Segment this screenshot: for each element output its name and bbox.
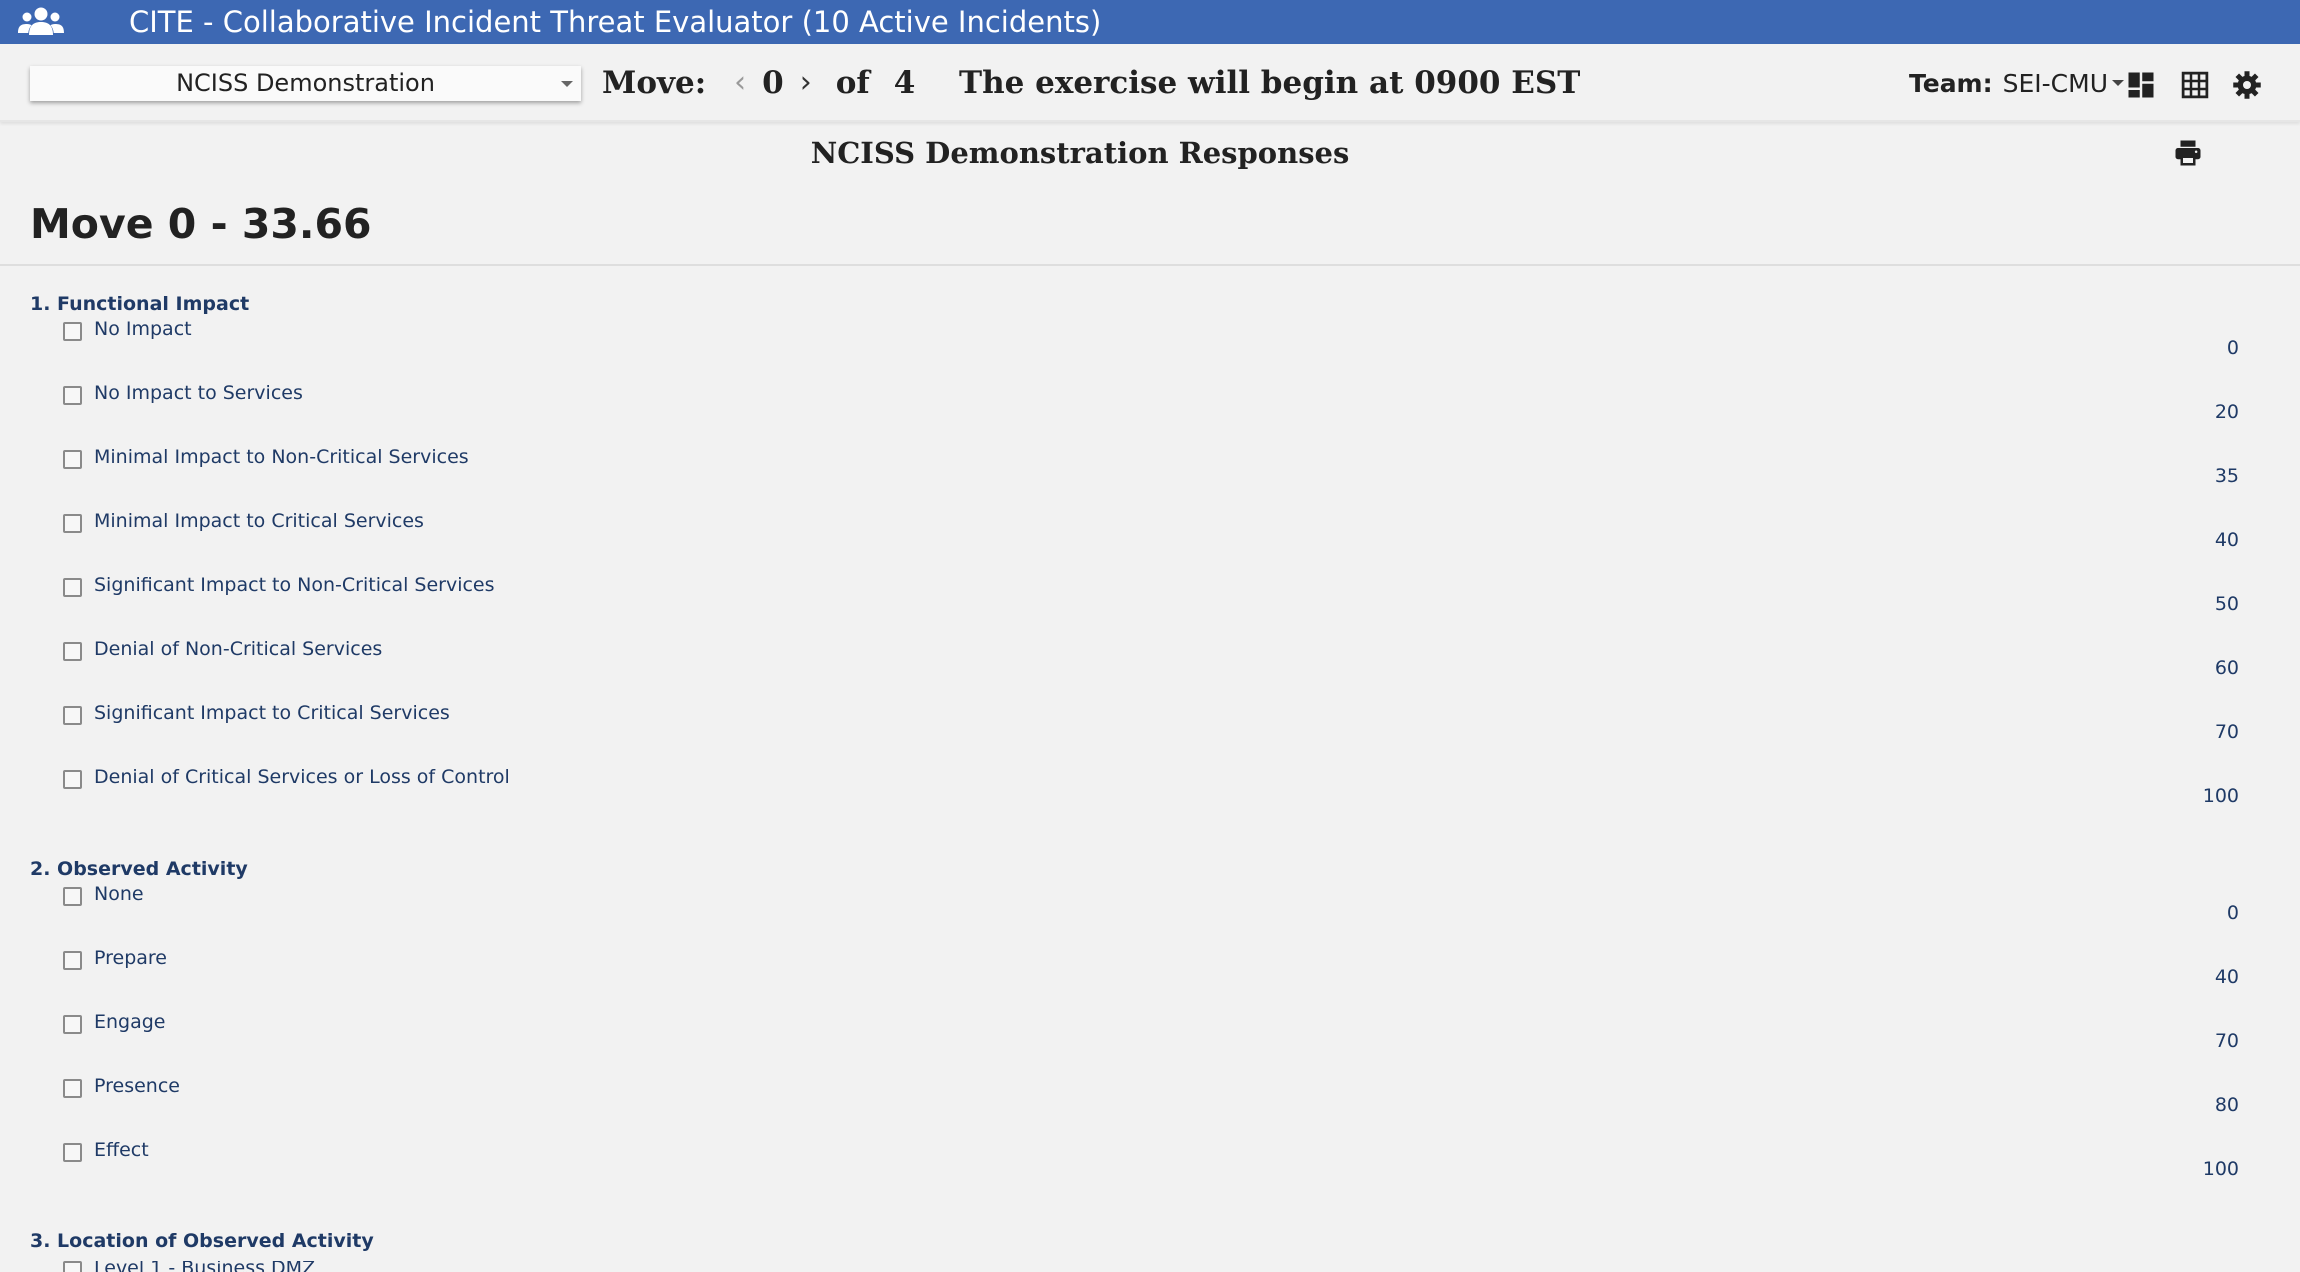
dashboard-icon[interactable] — [2126, 70, 2156, 100]
evaluation-select-value: NCISS Demonstration — [176, 69, 435, 97]
option-score: 40 — [2214, 966, 2239, 988]
option-row: No Impact to Services 20 — [0, 382, 2300, 446]
app-title: CITE - Collaborative Incident Threat Eva… — [129, 5, 1102, 39]
option-checkbox[interactable] — [63, 514, 82, 533]
total-moves: 4 — [893, 65, 916, 101]
option-label[interactable]: Effect — [94, 1139, 149, 1161]
option-score: 100 — [2202, 1158, 2239, 1180]
section-title: 2. Observed Activity — [30, 858, 248, 880]
option-score: 20 — [2214, 401, 2239, 423]
option-row: Minimal Impact to Critical Services 40 — [0, 510, 2300, 574]
option-checkbox[interactable] — [63, 1079, 82, 1098]
option-row: Presence 80 — [0, 1075, 2300, 1139]
current-move: 0 — [762, 65, 784, 101]
option-checkbox[interactable] — [63, 951, 82, 970]
option-label[interactable]: Prepare — [94, 947, 167, 969]
option-score: 100 — [2202, 785, 2239, 807]
option-score: 80 — [2214, 1094, 2239, 1116]
chevron-right-icon[interactable]: › — [800, 68, 812, 98]
option-score: 0 — [2226, 337, 2239, 359]
section-title: 3. Location of Observed Activity — [30, 1230, 374, 1252]
title-bar: CITE - Collaborative Incident Threat Eva… — [0, 0, 2300, 44]
option-label[interactable]: Denial of Critical Services or Loss of C… — [94, 766, 510, 788]
option-score: 70 — [2214, 721, 2239, 743]
option-label[interactable]: Presence — [94, 1075, 180, 1097]
users-icon[interactable] — [18, 6, 64, 38]
option-checkbox[interactable] — [63, 578, 82, 597]
option-checkbox[interactable] — [63, 1143, 82, 1162]
option-row: Significant Impact to Non-Critical Servi… — [0, 574, 2300, 638]
divider — [0, 264, 2300, 266]
option-row: Engage 70 — [0, 1011, 2300, 1075]
option-label[interactable]: No Impact to Services — [94, 382, 303, 404]
option-row: None 0 — [0, 883, 2300, 947]
option-checkbox[interactable] — [63, 706, 82, 725]
option-row: Denial of Critical Services or Loss of C… — [0, 766, 2300, 830]
option-row: Significant Impact to Critical Services … — [0, 702, 2300, 766]
print-icon[interactable] — [2173, 138, 2203, 168]
option-label[interactable]: Engage — [94, 1011, 166, 1033]
option-label[interactable]: Level 1 - Business DMZ — [94, 1261, 315, 1272]
option-row: Level 1 - Business DMZ — [0, 1261, 2300, 1272]
option-label[interactable]: Denial of Non-Critical Services — [94, 638, 382, 660]
option-checkbox[interactable] — [63, 386, 82, 405]
of-label: of — [835, 65, 870, 101]
team-value: SEI-CMU — [2002, 68, 2108, 98]
section-title: 1. Functional Impact — [30, 293, 250, 315]
chevron-left-icon[interactable]: ‹ — [734, 68, 746, 98]
gear-icon[interactable] — [2232, 70, 2262, 100]
option-checkbox[interactable] — [63, 1261, 82, 1272]
option-row: Prepare 40 — [0, 947, 2300, 1011]
option-row: Minimal Impact to Non-Critical Services … — [0, 446, 2300, 510]
option-label[interactable]: None — [94, 883, 144, 905]
option-score: 50 — [2214, 593, 2239, 615]
option-checkbox[interactable] — [63, 322, 82, 341]
move-navigator: Move: ‹ 0 › of 4 — [602, 44, 915, 122]
team-label: Team: — [1909, 68, 1993, 98]
option-label[interactable]: Minimal Impact to Non-Critical Services — [94, 446, 469, 468]
move-label: Move: — [602, 65, 707, 101]
option-label[interactable]: Minimal Impact to Critical Services — [94, 510, 424, 532]
page-title: NCISS Demonstration Responses — [810, 136, 1350, 170]
option-row: Denial of Non-Critical Services 60 — [0, 638, 2300, 702]
option-score: 35 — [2214, 465, 2239, 487]
option-row: Effect 100 — [0, 1139, 2300, 1203]
team-selector: Team: SEI-CMU — [1909, 44, 2124, 122]
exercise-message: The exercise will begin at 0900 EST — [959, 65, 1581, 101]
option-checkbox[interactable] — [63, 887, 82, 906]
option-label[interactable]: Significant Impact to Critical Services — [94, 702, 450, 724]
option-score: 0 — [2226, 902, 2239, 924]
option-score: 60 — [2214, 657, 2239, 679]
option-checkbox[interactable] — [63, 770, 82, 789]
option-checkbox[interactable] — [63, 1015, 82, 1034]
grid-icon[interactable] — [2180, 70, 2210, 100]
evaluation-select[interactable]: NCISS Demonstration — [30, 66, 581, 101]
option-label[interactable]: Significant Impact to Non-Critical Servi… — [94, 574, 495, 596]
option-label[interactable]: No Impact — [94, 318, 192, 340]
move-heading: Move 0 - 33.66 — [30, 200, 372, 248]
option-row: No Impact 0 — [0, 318, 2300, 382]
option-score: 40 — [2214, 529, 2239, 551]
option-score: 70 — [2214, 1030, 2239, 1052]
team-select[interactable]: SEI-CMU — [2003, 69, 2124, 98]
caret-down-icon — [2112, 80, 2124, 86]
option-checkbox[interactable] — [63, 642, 82, 661]
option-checkbox[interactable] — [63, 450, 82, 469]
caret-down-icon — [561, 81, 573, 87]
